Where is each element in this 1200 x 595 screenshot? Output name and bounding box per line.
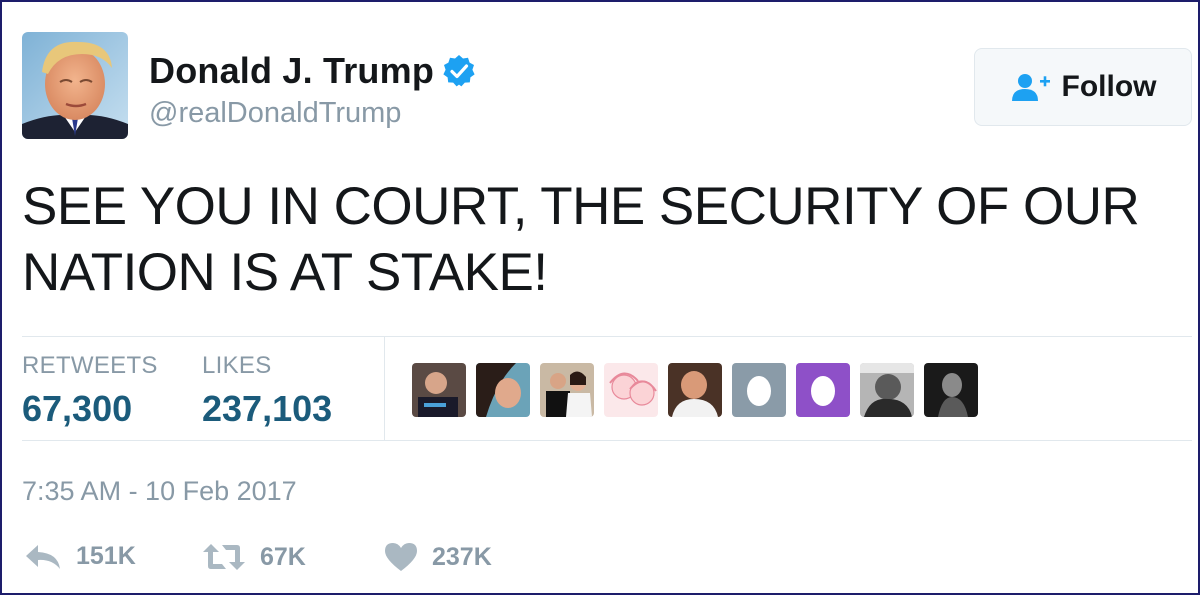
- divider: [22, 440, 1192, 441]
- divider: [22, 336, 1192, 337]
- tweet-text-line-1: SEE YOU IN COURT, THE SECURITY OF OUR: [22, 177, 1140, 236]
- author-avatar[interactable]: [22, 32, 128, 139]
- follow-button-label: Follow: [1061, 70, 1157, 103]
- reply-count: 151K: [76, 542, 136, 570]
- reply-button[interactable]: 151K: [24, 542, 136, 571]
- retweet-count: 67K: [260, 542, 306, 571]
- retweets-stat[interactable]: RETWEETS 67,300: [22, 352, 158, 430]
- reply-icon: [26, 544, 60, 569]
- retweets-label: RETWEETS: [22, 352, 158, 379]
- author-name-text[interactable]: Donald J. Trump: [149, 50, 434, 92]
- liker-avatar[interactable]: [668, 363, 722, 417]
- egg-avatar-icon[interactable]: [732, 363, 786, 417]
- egg-avatar-icon[interactable]: [796, 363, 850, 417]
- tweet-text: SEE YOU IN COURT, THE SECURITY OF OUR NA…: [22, 174, 1187, 306]
- divider: [384, 336, 385, 440]
- like-count: 237K: [432, 542, 492, 571]
- author-name[interactable]: Donald J. Trump: [149, 50, 476, 92]
- liker-avatar[interactable]: [604, 363, 658, 417]
- verified-badge-icon: [442, 54, 476, 88]
- tweet-card: Donald J. Trump @realDonaldTrump Follow …: [0, 0, 1200, 595]
- liker-avatar[interactable]: [924, 363, 978, 417]
- like-button[interactable]: 237K: [384, 542, 492, 572]
- liker-avatar[interactable]: [476, 363, 530, 417]
- likes-stat[interactable]: LIKES 237,103: [202, 352, 332, 430]
- heart-icon: [385, 543, 417, 571]
- retweet-button[interactable]: 67K: [202, 542, 306, 572]
- liker-avatar[interactable]: [412, 363, 466, 417]
- liker-avatars: [412, 363, 978, 417]
- follow-button[interactable]: Follow: [974, 48, 1192, 126]
- author-handle[interactable]: @realDonaldTrump: [149, 97, 401, 130]
- follow-user-icon: [1010, 72, 1052, 102]
- liker-avatar[interactable]: [540, 363, 594, 417]
- tweet-text-line-2: NATION IS AT STAKE!: [22, 243, 548, 302]
- likes-count: 237,103: [202, 388, 333, 429]
- retweet-icon: [203, 544, 245, 570]
- tweet-timestamp[interactable]: 7:35 AM - 10 Feb 2017: [22, 476, 297, 507]
- likes-label: LIKES: [202, 352, 272, 379]
- liker-avatar[interactable]: [860, 363, 914, 417]
- retweets-count: 67,300: [22, 388, 133, 429]
